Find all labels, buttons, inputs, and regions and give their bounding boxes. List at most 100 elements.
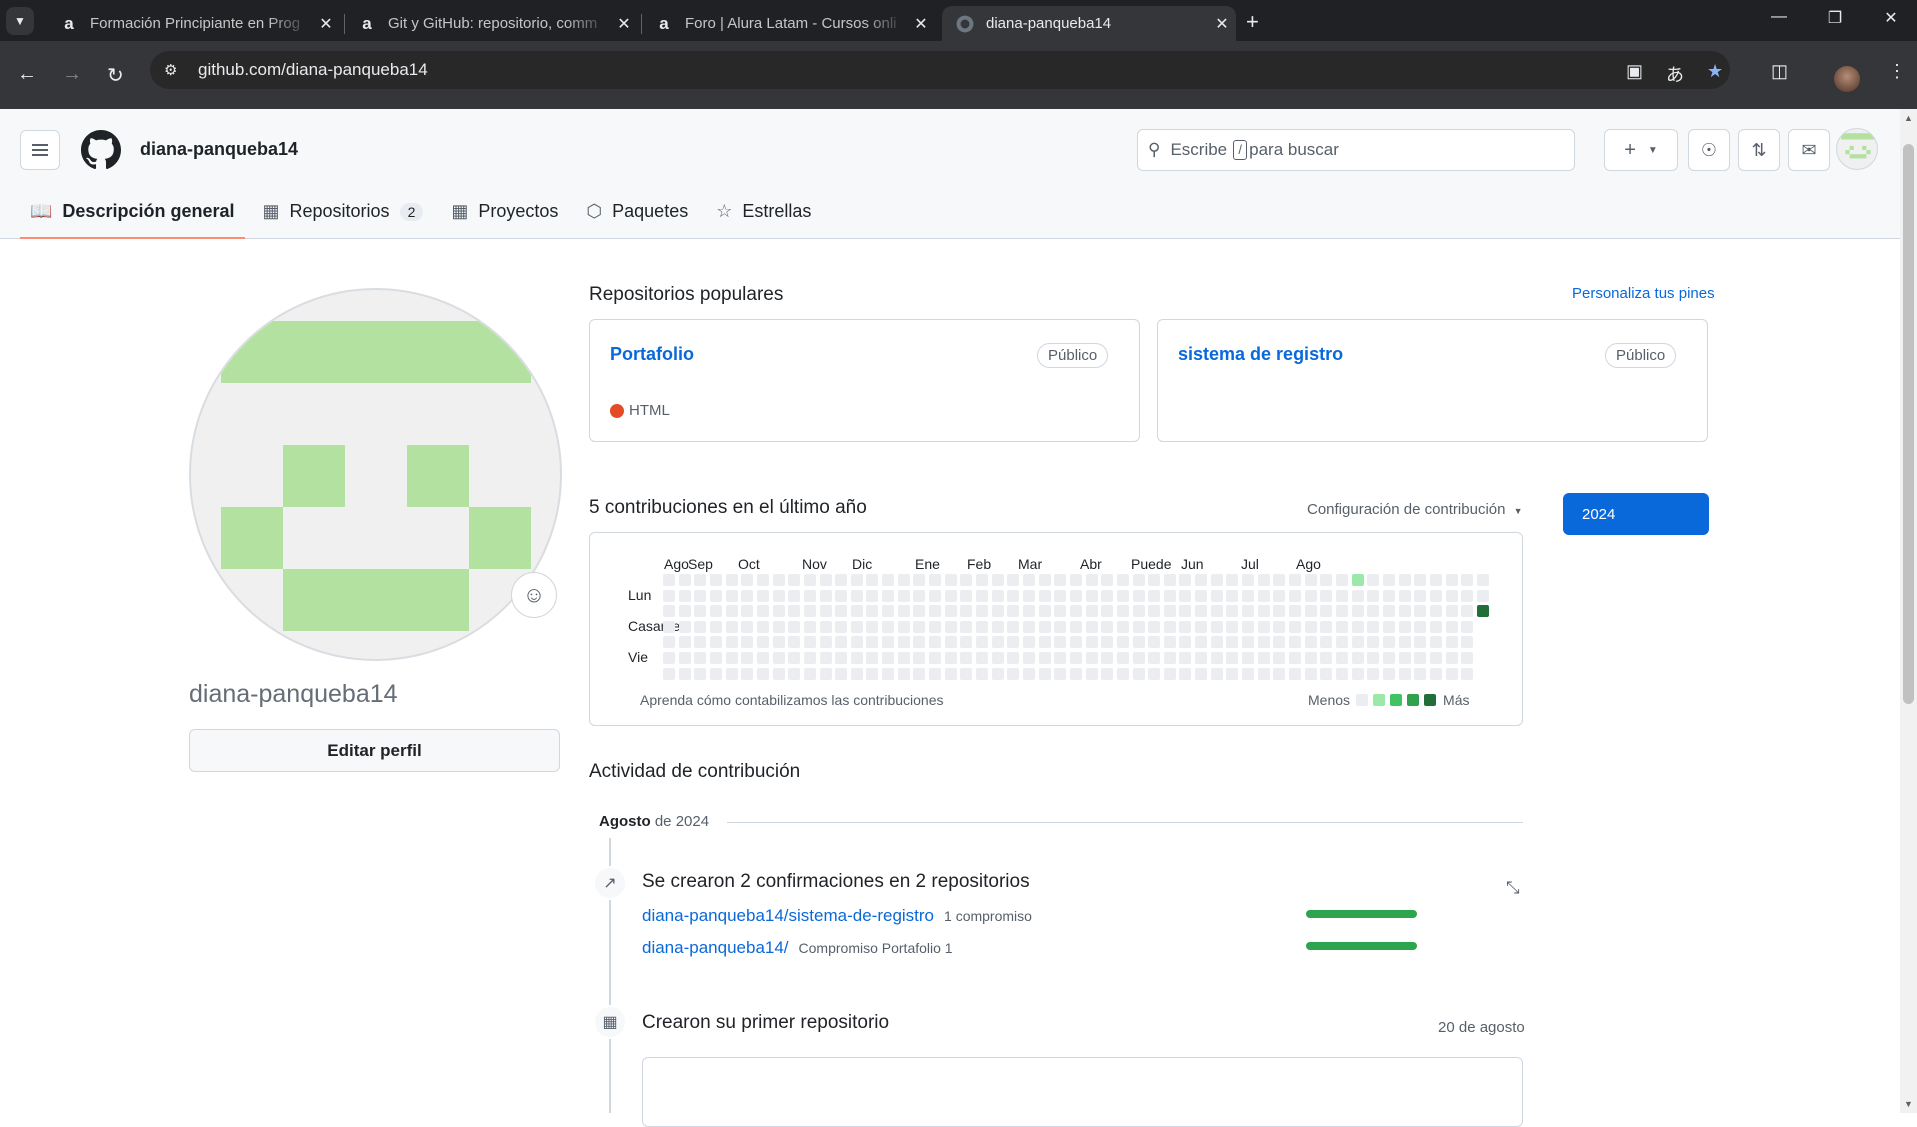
calendar-day-cell[interactable] xyxy=(1398,574,1411,586)
calendar-day-cell[interactable] xyxy=(678,667,691,680)
calendar-day-cell[interactable] xyxy=(1069,652,1082,664)
calendar-day-cell[interactable] xyxy=(1429,605,1442,618)
calendar-day-cell[interactable] xyxy=(803,667,816,680)
calendar-day-cell[interactable] xyxy=(835,636,848,649)
commit-repo-link[interactable]: diana-panqueba14/sistema-de-registro xyxy=(642,906,934,926)
calendar-day-cell[interactable] xyxy=(1335,636,1348,649)
calendar-day-cell[interactable] xyxy=(1445,574,1458,586)
calendar-day-cell[interactable] xyxy=(1163,636,1176,649)
calendar-day-cell[interactable] xyxy=(772,652,785,664)
calendar-day-cell[interactable] xyxy=(1273,574,1286,586)
calendar-day-cell[interactable] xyxy=(1335,574,1348,586)
calendar-day-cell[interactable] xyxy=(1085,620,1098,633)
calendar-day-cell[interactable] xyxy=(1210,667,1223,680)
calendar-day-cell[interactable] xyxy=(897,652,910,664)
calendar-day-cell[interactable] xyxy=(835,652,848,664)
reload-icon[interactable]: ↻ xyxy=(107,63,124,88)
calendar-day-cell[interactable] xyxy=(709,636,722,649)
calendar-day-cell[interactable] xyxy=(1429,652,1442,664)
calendar-day-cell[interactable] xyxy=(1320,605,1333,618)
calendar-day-cell[interactable] xyxy=(1320,667,1333,680)
calendar-day-cell[interactable] xyxy=(1148,589,1161,602)
calendar-day-cell[interactable] xyxy=(1085,667,1098,680)
calendar-day-cell[interactable] xyxy=(741,652,754,664)
calendar-day-cell[interactable] xyxy=(991,652,1004,664)
calendar-day-cell[interactable] xyxy=(1148,574,1161,586)
calendar-day-cell[interactable] xyxy=(1289,605,1301,618)
kebab-menu-icon[interactable]: ⋮ xyxy=(1888,61,1906,82)
calendar-day-cell[interactable] xyxy=(1414,636,1427,649)
calendar-day-cell[interactable] xyxy=(897,636,910,649)
calendar-day-cell[interactable] xyxy=(897,620,910,633)
issues-button[interactable]: ☉ xyxy=(1688,129,1730,171)
calendar-day-cell[interactable] xyxy=(1398,636,1411,649)
tab-search-button[interactable]: ▼ xyxy=(6,7,34,35)
calendar-day-cell[interactable] xyxy=(1429,636,1442,649)
calendar-day-cell[interactable] xyxy=(1414,667,1427,680)
calendar-day-cell[interactable] xyxy=(897,605,910,618)
calendar-day-cell[interactable] xyxy=(850,589,863,602)
calendar-day-cell[interactable] xyxy=(1445,589,1458,602)
calendar-day-cell[interactable] xyxy=(1226,620,1239,633)
contribution-settings-dropdown[interactable]: Configuración de contribución ▼ xyxy=(1307,501,1523,518)
calendar-day-cell[interactable] xyxy=(1242,636,1255,649)
commit-repo-link[interactable]: diana-panqueba14/ xyxy=(642,938,789,958)
calendar-day-cell[interactable] xyxy=(1414,589,1427,602)
extensions-icon[interactable]: ◫ xyxy=(1771,61,1788,82)
calendar-day-cell[interactable] xyxy=(1007,667,1020,680)
calendar-day-cell[interactable] xyxy=(866,605,879,618)
calendar-day-cell[interactable] xyxy=(1022,574,1035,586)
calendar-day-cell[interactable] xyxy=(929,620,942,633)
calendar-day-cell[interactable] xyxy=(1179,574,1192,586)
calendar-day-cell[interactable] xyxy=(709,574,722,586)
calendar-day-cell[interactable] xyxy=(1195,667,1208,680)
browser-tab-3[interactable]: a Foro | Alura Latam - Cursos onli ✕ xyxy=(641,6,935,41)
calendar-day-cell[interactable] xyxy=(1398,620,1411,633)
commit-count-link[interactable]: 1 compromiso xyxy=(944,908,1032,924)
calendar-day-cell[interactable] xyxy=(835,667,848,680)
customize-pins-link[interactable]: Personaliza tus pines xyxy=(1572,285,1715,302)
calendar-day-cell[interactable] xyxy=(929,652,942,664)
calendar-day-cell[interactable] xyxy=(1101,667,1114,680)
calendar-day-cell[interactable] xyxy=(1054,605,1067,618)
calendar-day-cell[interactable] xyxy=(772,605,785,618)
calendar-day-cell[interactable] xyxy=(1289,652,1301,664)
calendar-day-cell[interactable] xyxy=(1101,605,1114,618)
calendar-day-cell[interactable] xyxy=(803,574,816,586)
calendar-day-cell[interactable] xyxy=(1132,652,1145,664)
calendar-day-cell[interactable] xyxy=(1085,589,1098,602)
new-tab-button[interactable]: + xyxy=(1246,9,1259,35)
tab-projects[interactable]: ▦ Proyectos xyxy=(441,184,568,239)
calendar-day-cell[interactable] xyxy=(976,574,988,586)
calendar-day-cell[interactable] xyxy=(1022,589,1035,602)
calendar-day-cell[interactable] xyxy=(944,667,957,680)
set-status-button[interactable]: ☺ xyxy=(511,572,557,618)
calendar-day-cell[interactable] xyxy=(1179,652,1192,664)
calendar-day-cell[interactable] xyxy=(1163,667,1176,680)
context-username[interactable]: diana-panqueba14 xyxy=(140,139,298,160)
calendar-day-cell[interactable] xyxy=(1273,636,1286,649)
calendar-day-cell[interactable] xyxy=(678,652,691,664)
calendar-day-cell[interactable] xyxy=(1226,589,1239,602)
calendar-day-cell[interactable] xyxy=(1069,589,1082,602)
calendar-day-cell[interactable] xyxy=(1351,652,1364,664)
calendar-day-cell[interactable] xyxy=(663,589,675,602)
commits-summary[interactable]: Se crearon 2 confirmaciones en 2 reposit… xyxy=(642,871,1030,893)
calendar-day-cell[interactable] xyxy=(1304,636,1317,649)
calendar-day-cell[interactable] xyxy=(1179,667,1192,680)
calendar-day-cell[interactable] xyxy=(1429,667,1442,680)
fold-icon[interactable]: ⤡ xyxy=(1506,878,1520,898)
calendar-day-cell[interactable] xyxy=(725,605,738,618)
calendar-day-cell[interactable] xyxy=(1445,636,1458,649)
calendar-day-cell[interactable] xyxy=(835,605,848,618)
calendar-day-cell[interactable] xyxy=(1320,589,1333,602)
calendar-day-cell[interactable] xyxy=(1116,652,1129,664)
calendar-day-cell[interactable] xyxy=(772,620,785,633)
calendar-day-cell[interactable] xyxy=(1163,574,1176,586)
browser-profile-avatar[interactable] xyxy=(1834,66,1860,92)
close-icon[interactable]: ✕ xyxy=(907,14,935,34)
bookmark-star-icon[interactable]: ★ xyxy=(1707,61,1723,82)
calendar-day-cell[interactable] xyxy=(694,605,707,618)
calendar-day-cell[interactable] xyxy=(1210,605,1223,618)
calendar-day-cell[interactable] xyxy=(1085,574,1098,586)
